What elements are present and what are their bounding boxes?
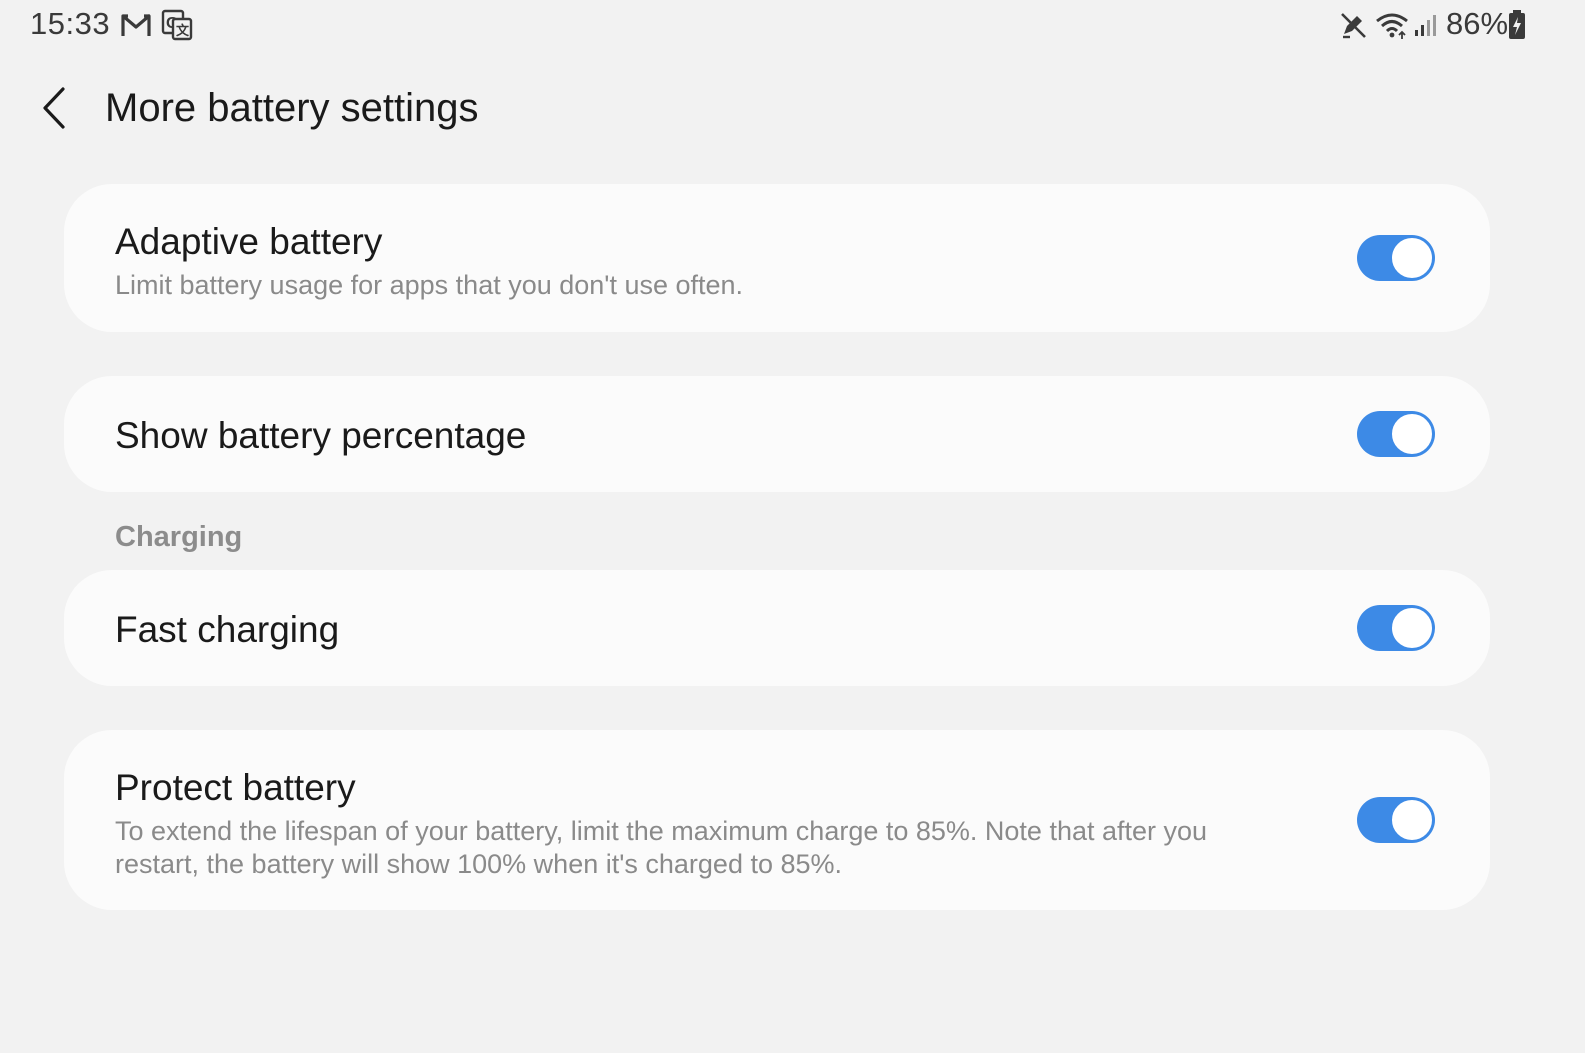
app-header: More battery settings (0, 70, 1585, 150)
chevron-left-icon (43, 87, 65, 129)
protect-battery-subtitle-line2: restart, the battery will show 100% when… (115, 849, 843, 879)
protect-battery-title: Protect battery (115, 767, 356, 808)
charging-section-header: Charging (115, 521, 243, 553)
protect-battery-card[interactable]: Protect battery To extend the lifespan o… (64, 730, 1490, 910)
back-button[interactable] (28, 82, 80, 134)
toggle-knob (1390, 412, 1434, 456)
status-bar: 15:33 G 文 86% (0, 0, 1585, 52)
toggle-knob (1390, 236, 1434, 280)
translate-icon: G 文 (161, 9, 193, 41)
adaptive-battery-title: Adaptive battery (115, 221, 383, 262)
protect-battery-subtitle-line1: To extend the lifespan of your battery, … (115, 816, 1208, 846)
battery-charging-icon (1509, 10, 1525, 39)
pen-off-icon (1341, 13, 1366, 39)
protect-battery-toggle[interactable] (1357, 797, 1435, 843)
toggle-knob (1390, 606, 1434, 650)
show-battery-percentage-title: Show battery percentage (115, 415, 527, 456)
svg-text:文: 文 (176, 23, 190, 38)
fast-charging-card[interactable]: Fast charging (64, 570, 1490, 686)
fast-charging-toggle[interactable] (1357, 605, 1435, 651)
gmail-icon (121, 14, 151, 36)
adaptive-battery-card[interactable]: Adaptive battery Limit battery usage for… (64, 184, 1490, 332)
show-battery-percentage-toggle[interactable] (1357, 411, 1435, 457)
page-title: More battery settings (105, 86, 479, 130)
status-time: 15:33 (30, 6, 111, 41)
adaptive-battery-toggle[interactable] (1357, 235, 1435, 281)
wifi-icon (1376, 13, 1408, 39)
show-battery-percentage-card[interactable]: Show battery percentage (64, 376, 1490, 492)
toggle-knob (1390, 798, 1434, 842)
fast-charging-title: Fast charging (115, 609, 340, 650)
signal-icon (1415, 15, 1436, 36)
adaptive-battery-subtitle: Limit battery usage for apps that you do… (115, 270, 744, 300)
battery-percent: 86% (1446, 6, 1509, 41)
